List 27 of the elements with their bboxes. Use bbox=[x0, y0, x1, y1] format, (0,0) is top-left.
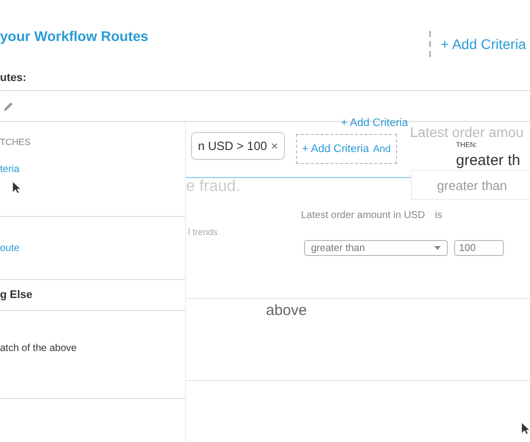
amount-field[interactable]: 100 bbox=[454, 240, 504, 256]
ghost-value-box: greater than bbox=[411, 170, 530, 200]
add-criteria-link[interactable]: + Add Criteria bbox=[440, 36, 530, 52]
caret-icon bbox=[434, 246, 441, 250]
add-criteria-link[interactable]: + Add Criteria bbox=[341, 117, 408, 129]
conjunction-label: And bbox=[372, 144, 391, 154]
cursor-icon bbox=[521, 422, 530, 435]
route-heading: g Else bbox=[0, 289, 32, 301]
footer-text: above bbox=[266, 302, 307, 319]
route-text: atch of the above bbox=[0, 343, 77, 354]
add-criteria-box[interactable]: + Add Criteria And bbox=[296, 134, 397, 164]
verb-label: is bbox=[434, 210, 442, 221]
then-value: greater th bbox=[456, 152, 520, 169]
field-label: Latest order amount in USD bbox=[301, 210, 425, 221]
operator-select[interactable]: greater than bbox=[304, 240, 448, 256]
cursor-icon bbox=[12, 181, 21, 194]
page-title: your Workflow Routes bbox=[0, 28, 148, 44]
ghost-title: Latest order amou bbox=[410, 124, 524, 140]
criteria-chip[interactable]: n USD > 100 × bbox=[191, 132, 286, 160]
routes-label: utes: bbox=[0, 72, 28, 86]
ghost-text: l trends bbox=[188, 227, 218, 237]
route-link[interactable]: oute bbox=[0, 242, 20, 254]
section-label: TCHES bbox=[0, 137, 32, 147]
route-link[interactable]: teria bbox=[0, 164, 185, 175]
pencil-icon[interactable] bbox=[3, 100, 14, 112]
add-criteria-link[interactable]: + Add Criteria bbox=[302, 143, 369, 155]
remove-icon[interactable]: × bbox=[271, 139, 278, 153]
